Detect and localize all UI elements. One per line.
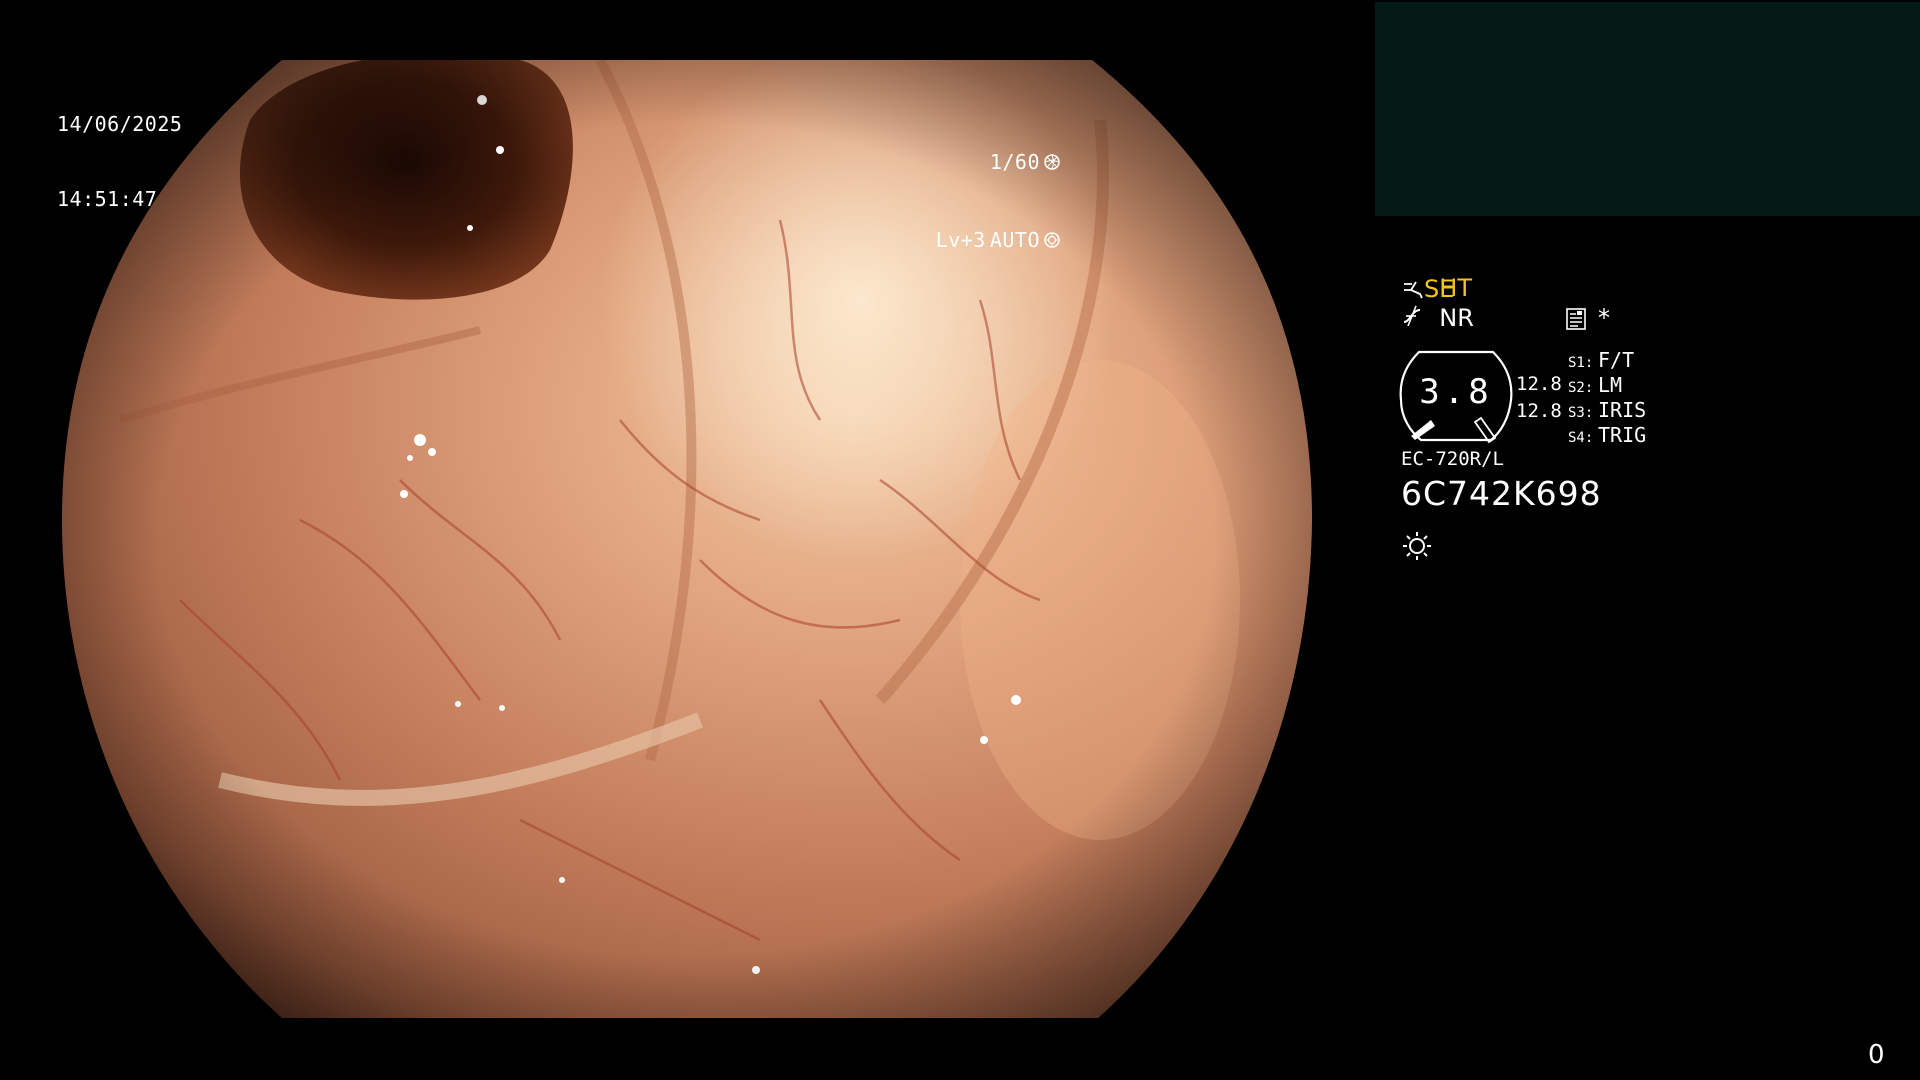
level-row: Lv+3 AUTO <box>936 226 1060 254</box>
date-time-readout: 14/06/2025 14:51:47 <box>57 62 182 237</box>
switch-assignments: S1: F/T S2: LM S3: IRIS S4: TRIG <box>1568 348 1646 448</box>
scope-model-text: EC-720R/L <box>1401 448 1504 470</box>
switch-key: S2: <box>1568 380 1594 396</box>
switch-value: IRIS <box>1598 398 1647 422</box>
memo-icon <box>1566 308 1586 330</box>
switch-row: S2: LM <box>1568 373 1646 398</box>
aperture-icon <box>1044 154 1060 170</box>
switch-row: S1: F/T <box>1568 348 1646 373</box>
gauge-value-bottom: 12.8 <box>1516 400 1562 422</box>
iris-mode-text: AUTO <box>989 227 1040 252</box>
switch-value: TRIG <box>1598 423 1647 447</box>
switch-row: S4: TRIG <box>1568 423 1646 448</box>
nr-mode-label: NR <box>1439 304 1474 332</box>
zoom-gauge: 3.8 <box>1397 348 1515 444</box>
gauge-value-top: 12.8 <box>1516 373 1562 395</box>
date-text: 14/06/2025 <box>57 112 183 136</box>
shutter-row: 1/60 <box>936 148 1060 176</box>
switch-value: F/T <box>1598 348 1635 372</box>
se-mode-label: SE <box>1424 275 1455 303</box>
exposure-readout: 1/60 Lv+3 AUTO <box>936 98 1060 279</box>
gauge-value: 3.8 <box>1419 372 1493 412</box>
switch-value: LM <box>1598 373 1623 397</box>
light-sun-icon <box>1403 532 1431 560</box>
enhance-mode-line: SE <box>1402 274 1454 304</box>
function-curve-icon <box>1403 305 1421 327</box>
image-counter: 0 <box>1868 1040 1885 1070</box>
switch-row: S3: IRIS <box>1568 398 1646 423</box>
time-text: 14:51:47 <box>57 187 158 211</box>
shutter-speed-text: 1/60 <box>989 149 1040 174</box>
brightness-level-text: Lv+3 <box>935 227 986 252</box>
star-mark: * <box>1598 304 1610 332</box>
switch-key: S4: <box>1568 430 1594 446</box>
endoscope-image <box>62 60 1312 1018</box>
scope-tip-icon <box>1404 281 1423 299</box>
switch-key: S3: <box>1568 405 1594 421</box>
scope-serial-text: 6C742K698 <box>1401 474 1602 513</box>
thumbnail-area <box>1375 2 1920 216</box>
switch-key: S1: <box>1568 355 1594 371</box>
iris-icon <box>1044 232 1060 248</box>
